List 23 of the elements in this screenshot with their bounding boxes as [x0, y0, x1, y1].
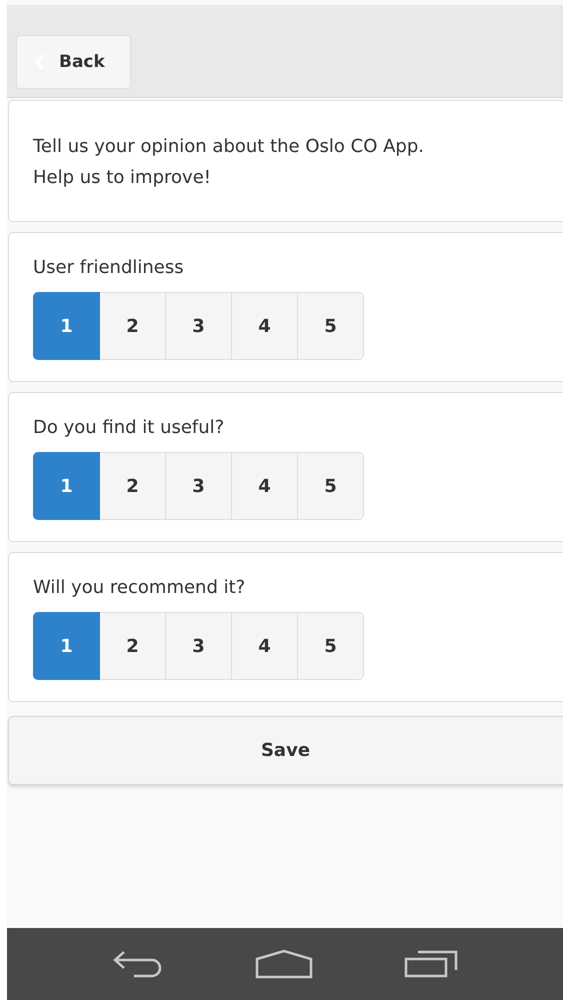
rating-option[interactable]: 1 — [33, 292, 100, 360]
intro-text: Tell us your opinion about the Oslo CO App. Help us to improve! — [33, 135, 425, 190]
rating-option[interactable]: 1 — [33, 612, 100, 680]
home-icon[interactable] — [254, 949, 313, 979]
rating-option[interactable]: 3 — [166, 452, 232, 520]
question-label: Will you recommend it? — [33, 577, 246, 598]
rating-option[interactable]: 4 — [232, 612, 298, 680]
back-button[interactable]: Back — [16, 35, 131, 89]
recent-apps-icon[interactable] — [404, 950, 458, 978]
rating-option[interactable]: 4 — [232, 292, 298, 360]
save-button[interactable]: Save — [8, 716, 563, 785]
rating-option[interactable]: 1 — [33, 452, 100, 520]
rating-option[interactable]: 2 — [100, 292, 166, 360]
rating-option[interactable]: 4 — [232, 452, 298, 520]
rating-option[interactable]: 3 — [166, 612, 232, 680]
question-label: Do you find it useful? — [33, 417, 226, 438]
rating-option[interactable]: 3 — [166, 292, 232, 360]
question-label: User friendliness — [33, 257, 185, 278]
rating-option[interactable]: 5 — [298, 612, 364, 680]
rating-option[interactable]: 5 — [298, 452, 364, 520]
rating-option[interactable]: 2 — [100, 452, 166, 520]
rating-option[interactable]: 5 — [298, 292, 364, 360]
rating-option[interactable]: 2 — [100, 612, 166, 680]
